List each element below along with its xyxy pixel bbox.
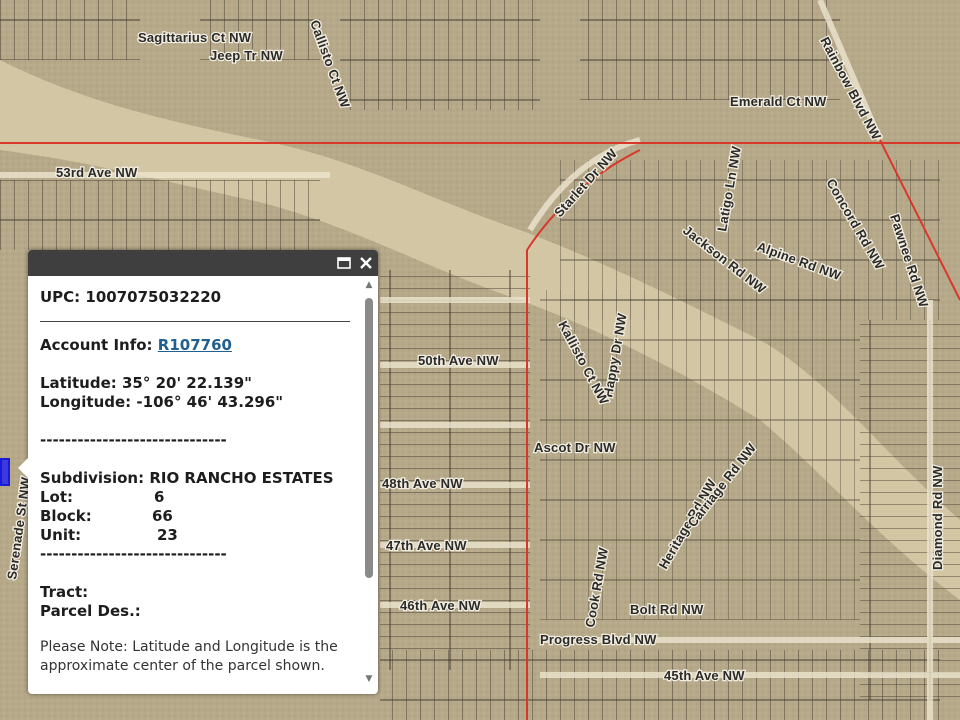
road-label: Progress Blvd NW [540, 632, 657, 647]
longitude-label: Longitude: [40, 393, 132, 411]
selected-parcel-highlight[interactable] [0, 458, 10, 486]
subdivision-label: Subdivision: [40, 469, 145, 487]
longitude-row: Longitude: -106° 46' 43.296" [40, 393, 350, 412]
lot-row: Lot: 6 [40, 488, 350, 507]
scroll-up-icon[interactable]: ▲ [363, 280, 375, 290]
unit-value: 23 [157, 526, 178, 544]
divider-text: ------------------------------ [40, 545, 227, 563]
scroll-down-icon[interactable]: ▼ [363, 674, 375, 684]
popup-content: UPC: 1007075032220 Account Info: R107760… [28, 276, 362, 694]
lot-label: Lot: [40, 488, 74, 506]
road-label: 50th Ave NW [418, 353, 499, 368]
maximize-icon[interactable] [335, 254, 353, 272]
subdivision-row: Subdivision: RIO RANCHO ESTATES [40, 469, 350, 488]
account-link[interactable]: R107760 [158, 336, 232, 354]
road-label: Sagittarius Ct NW [138, 30, 252, 45]
block-label: Block: [40, 507, 92, 525]
unit-row: Unit: 23 [40, 526, 350, 545]
account-label: Account Info: [40, 336, 153, 354]
latitude-value: 35° 20' 22.139" [122, 374, 252, 392]
popup-pointer [18, 458, 28, 478]
popup-titlebar [28, 250, 378, 276]
lot-value: 6 [154, 488, 165, 506]
road-label: Jeep Tr NW [210, 48, 283, 63]
tract-label: Tract: [40, 583, 89, 601]
road-label: Ascot Dr NW [534, 440, 616, 455]
road-label: Emerald Ct NW [730, 94, 827, 109]
road-label: 46th Ave NW [400, 598, 481, 613]
scroll-thumb[interactable] [365, 298, 373, 578]
latitude-label: Latitude: [40, 374, 117, 392]
parcel-des-label: Parcel Des.: [40, 602, 141, 620]
road-label: 45th Ave NW [664, 668, 745, 683]
upc-value: 1007075032220 [85, 288, 222, 306]
divider-text: ------------------------------ [40, 431, 227, 449]
subdivision-value: RIO RANCHO ESTATES [149, 469, 334, 487]
block-value: 66 [152, 507, 173, 525]
block-row: Block: 66 [40, 507, 350, 526]
coordinate-note: Please Note: Latitude and Longitude is t… [40, 639, 338, 674]
account-row: Account Info: R107760 [40, 336, 350, 355]
unit-label: Unit: [40, 526, 82, 544]
road-label: Diamond Rd NW [930, 465, 945, 570]
latitude-row: Latitude: 35° 20' 22.139" [40, 374, 350, 393]
road-label: 47th Ave NW [386, 538, 467, 553]
close-icon[interactable] [357, 254, 375, 272]
road-label: Bolt Rd NW [630, 602, 704, 617]
road-label: 53rd Ave NW [56, 165, 138, 180]
longitude-value: -106° 46' 43.296" [136, 393, 284, 411]
road-label: 48th Ave NW [382, 476, 463, 491]
popup-scrollbar[interactable]: ▲ ▼ [363, 280, 375, 686]
parcel-info-popup: UPC: 1007075032220 Account Info: R107760… [28, 250, 378, 694]
upc-row: UPC: 1007075032220 [40, 288, 350, 307]
upc-label: UPC: [40, 288, 81, 306]
divider-line [40, 321, 350, 322]
